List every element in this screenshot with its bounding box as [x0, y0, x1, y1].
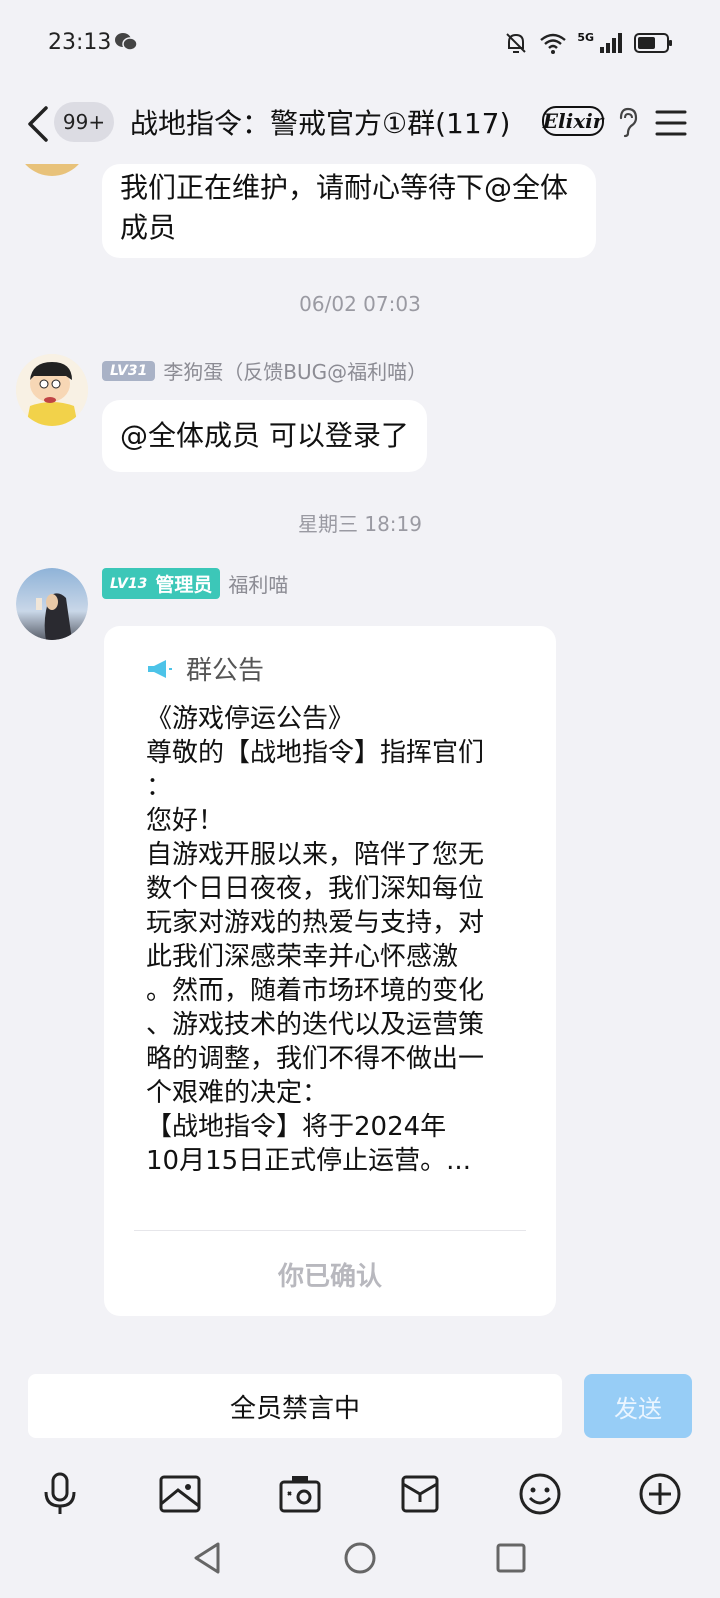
notice-line: 【战地指令】将于2024年	[146, 1112, 447, 1142]
elixir-badge[interactable]: Elixir	[542, 106, 604, 136]
avatar[interactable]	[16, 354, 88, 426]
megaphone-icon	[148, 659, 172, 678]
admin-badge: LV13 管理员	[102, 568, 221, 599]
status-time: 23:13	[48, 30, 112, 55]
notice-confirm-button[interactable]: 你已确认	[104, 1256, 556, 1293]
notice-header: 群公告	[146, 650, 264, 687]
notice-line: 个艰难的决定：	[146, 1078, 329, 1108]
menu-icon[interactable]	[654, 108, 688, 142]
plus-icon[interactable]	[630, 1464, 690, 1524]
timestamp: 星期三 18:19	[298, 512, 422, 536]
wifi-icon	[540, 33, 567, 54]
notice-line: 略的调整，我们不得不做出一	[146, 1044, 485, 1074]
sender-name[interactable]: 福利喵	[228, 569, 288, 598]
notice-line: 尊敬的【战地指令】指挥官们	[146, 738, 485, 768]
sender-row: LV31 李狗蛋（反馈BUG@福利喵）	[102, 356, 427, 385]
notice-line: 自游戏开服以来，陪伴了您无	[146, 840, 485, 870]
divider	[134, 1230, 526, 1231]
message-input[interactable]: 全员禁言中	[28, 1374, 562, 1438]
notice-line: 10月15日正式停止运营。...	[146, 1146, 471, 1176]
nav-back-icon[interactable]	[190, 1540, 224, 1580]
notice-title: 群公告	[186, 656, 265, 686]
level-badge: LV13	[110, 575, 148, 592]
timestamp: 06/02 07:03	[299, 292, 421, 316]
message-text: 我们正在维护，请耐心等待下@全体成员	[120, 171, 569, 244]
signal-icon	[600, 33, 622, 53]
notice-line: 数个日日夜夜，我们深知每位	[146, 874, 485, 904]
avatar[interactable]	[16, 164, 88, 176]
message-list[interactable]: 我们正在维护，请耐心等待下@全体成员 06/02 07:03 LV31 李狗蛋（…	[0, 164, 720, 1360]
notice-line: 《游戏停运公告》	[146, 704, 355, 734]
notice-line: 、游戏技术的迭代以及运营策	[146, 1010, 485, 1040]
notice-line: ：	[146, 772, 173, 802]
camera-icon[interactable]	[270, 1464, 330, 1524]
mic-icon[interactable]	[30, 1464, 90, 1524]
notice-line: 玩家对游戏的热爱与支持，对	[146, 908, 485, 938]
notice-line: 此我们深感荣幸并心怀感激	[146, 942, 459, 972]
nav-home-icon[interactable]	[342, 1540, 378, 1580]
mute-bell-icon	[506, 33, 527, 53]
message-text: @全体成员 可以登录了	[120, 419, 409, 452]
ear-icon[interactable]	[616, 106, 640, 142]
network-label: 5G	[577, 30, 594, 44]
sender-row: LV13 管理员 福利喵	[102, 568, 288, 599]
message-bubble[interactable]: @全体成员 可以登录了	[102, 400, 427, 472]
role-label: 管理员	[155, 574, 213, 596]
input-bar: 全员禁言中 发送	[0, 1360, 720, 1456]
message-bubble[interactable]: 我们正在维护，请耐心等待下@全体成员	[102, 164, 596, 258]
emoji-icon[interactable]	[510, 1464, 570, 1524]
chat-header: 99+ 战地指令：警戒官方①群(117) Elixir	[0, 88, 720, 164]
nav-recents-icon[interactable]	[494, 1540, 528, 1580]
notice-line: 您好！	[146, 806, 225, 836]
group-notice-card[interactable]: 群公告 《游戏停运公告》 尊敬的【战地指令】指挥官们 ： 您好！ 自游戏开服以来…	[104, 626, 556, 1316]
avatar[interactable]	[16, 568, 88, 640]
chat-title[interactable]: 战地指令：警戒官方①群(117)	[130, 102, 510, 142]
back-icon[interactable]	[24, 104, 50, 148]
folder-icon[interactable]	[390, 1464, 450, 1524]
battery-icon	[634, 33, 672, 53]
image-icon[interactable]	[150, 1464, 210, 1524]
level-badge: LV31	[102, 360, 156, 381]
notice-body: 《游戏停运公告》 尊敬的【战地指令】指挥官们 ： 您好！ 自游戏开服以来，陪伴了…	[146, 702, 526, 1178]
status-icons: 5G	[503, 30, 674, 56]
sender-name[interactable]: 李狗蛋（反馈BUG@福利喵）	[163, 356, 427, 385]
send-button[interactable]: 发送	[584, 1374, 692, 1438]
notice-line: 。然而，随着市场环境的变化	[146, 976, 485, 1006]
wechat-icon	[114, 32, 138, 56]
system-nav-bar	[0, 1536, 720, 1598]
status-bar: 23:13 5G	[0, 0, 720, 88]
input-toolbar	[0, 1456, 720, 1536]
unread-badge[interactable]: 99+	[54, 102, 114, 142]
